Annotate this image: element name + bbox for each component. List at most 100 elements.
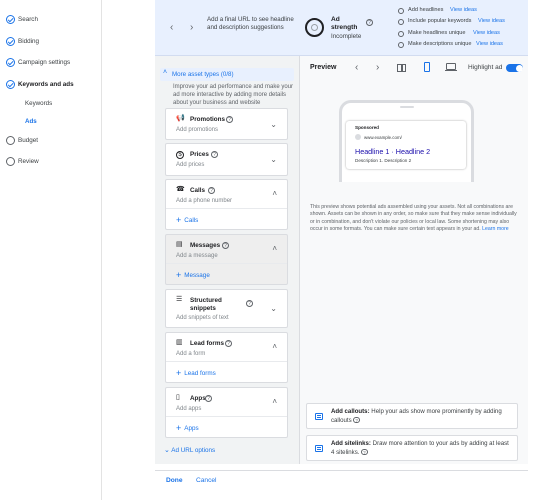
divider	[166, 416, 287, 417]
asset-card-subtitle: Add a form	[176, 351, 206, 357]
more-asset-types-label: More asset types (0/8)	[172, 71, 234, 78]
banner-hint: Add a final URL to see headline and desc…	[207, 16, 294, 31]
help-icon[interactable]: ?	[246, 300, 253, 307]
callouts-suggestion-card[interactable]: Add callouts: Help your ads show more pr…	[306, 403, 518, 429]
asset-card-subtitle: Add prices	[176, 162, 205, 168]
highlight-ad-toggle[interactable]	[506, 64, 523, 72]
callouts-suggestion-title: Add callouts:	[331, 408, 370, 415]
ad-description: Description 1. Description 2	[355, 158, 412, 163]
chevron-down-icon[interactable]: ⌄	[270, 121, 277, 129]
mobile-preview-icon[interactable]	[424, 62, 430, 72]
ad-display-url: www.example.com/	[364, 135, 402, 140]
globe-icon	[355, 134, 361, 140]
help-icon[interactable]: ?	[225, 340, 232, 347]
help-icon[interactable]: ?	[211, 151, 218, 158]
nav-item-bidding[interactable]: Bidding	[0, 33, 102, 51]
asset-card-calls[interactable]: ☎ Calls ? Add a phone number ˄ + Calls	[165, 179, 288, 230]
asset-card-title: Lead forms	[190, 340, 224, 347]
empty-circle-icon	[398, 31, 404, 37]
desktop-preview-icon[interactable]	[445, 63, 457, 71]
check-circle-icon	[6, 15, 15, 24]
asset-card-promotions[interactable]: 📢 Promotions ? Add promotions ⌄	[165, 108, 288, 140]
asset-card-lead-forms[interactable]: ▥ Lead forms ? Add a form ˄ + Lead forms	[165, 332, 288, 383]
view-ideas-link[interactable]: View ideas	[478, 18, 505, 24]
chevron-left-icon[interactable]: ‹	[355, 62, 358, 73]
plus-icon: +	[176, 215, 182, 225]
add-message-label: Message	[184, 272, 210, 279]
chevron-down-icon[interactable]: ⌄	[270, 156, 277, 164]
help-icon[interactable]: ?	[222, 242, 229, 249]
chevron-up-icon: ˄	[163, 69, 168, 76]
nav-sub-item-ads[interactable]: Ads	[25, 118, 37, 125]
empty-circle-icon	[398, 19, 404, 25]
nav-item-label: Review	[18, 158, 39, 165]
divider	[166, 208, 287, 209]
ad-url-options-toggle[interactable]: ⌄ Ad URL options	[164, 446, 215, 454]
divider	[166, 361, 287, 362]
nav-item-campaign-settings[interactable]: Campaign settings	[0, 54, 102, 72]
chevron-up-icon[interactable]: ˄	[272, 398, 277, 406]
add-apps-button[interactable]: + Apps	[176, 422, 199, 433]
check-circle-icon	[6, 37, 15, 46]
chevron-up-icon[interactable]: ˄	[272, 190, 277, 198]
asset-card-subtitle: Add a message	[176, 253, 218, 259]
asset-card-apps[interactable]: ▯ Apps ? Add apps ˄ + Apps	[165, 387, 288, 438]
view-ideas-link[interactable]: View ideas	[450, 7, 477, 13]
empty-circle-icon	[398, 8, 404, 14]
asset-types-description: Improve your ad performance and make you…	[173, 84, 294, 106]
add-message-button[interactable]: + Message	[176, 269, 210, 280]
plus-icon: +	[176, 270, 182, 280]
lead-form-icon: ▥	[176, 339, 183, 346]
help-icon[interactable]: ?	[353, 416, 360, 424]
nav-item-review[interactable]: Review	[0, 153, 102, 171]
add-lead-forms-button[interactable]: + Lead forms	[176, 367, 216, 378]
asset-card-subtitle: Add a phone number	[176, 198, 233, 204]
callouts-suggestion-text: Add callouts: Help your ads show more pr…	[331, 408, 513, 425]
cancel-button[interactable]: Cancel	[196, 477, 217, 484]
add-calls-button[interactable]: + Calls	[176, 214, 198, 225]
empty-circle-icon	[6, 136, 15, 145]
asset-card-prices[interactable]: $ Prices ? Add prices ⌄	[165, 143, 288, 176]
sitelinks-suggestion-title: Add sitelinks:	[331, 440, 371, 447]
help-icon[interactable]: ?	[208, 187, 215, 194]
help-icon[interactable]: ?	[366, 19, 373, 26]
sitelinks-suggestion-card[interactable]: Add sitelinks: Draw more attention to yo…	[306, 435, 518, 461]
view-ideas-link[interactable]: View ideas	[476, 41, 503, 47]
learn-more-link[interactable]: Learn more	[482, 226, 509, 232]
check-circle-icon	[6, 58, 15, 67]
view-ideas-link[interactable]: View ideas	[473, 30, 500, 36]
help-icon[interactable]: ?	[205, 395, 212, 402]
more-asset-types-toggle[interactable]: ˄ More asset types (0/8)	[160, 68, 294, 81]
asset-card-messages[interactable]: ▤ Messages ? Add a message ˄ + Message	[165, 234, 288, 285]
chevron-right-icon[interactable]: ›	[190, 23, 193, 33]
nav-item-search[interactable]: Search	[0, 11, 102, 29]
nav-item-budget[interactable]: Budget	[0, 132, 102, 150]
chevron-up-icon[interactable]: ˄	[272, 245, 277, 253]
preview-disclaimer: This preview shows potential ads assembl…	[310, 204, 520, 234]
ad-strength-value: Incomplete	[331, 33, 362, 40]
asset-card-title: Apps	[190, 395, 206, 402]
nav-item-label: Search	[18, 16, 38, 23]
help-icon[interactable]: ?	[226, 116, 233, 123]
help-icon[interactable]: ?	[361, 448, 368, 456]
recommendation-label: Make descriptions unique	[408, 41, 472, 47]
chevron-left-icon[interactable]: ‹	[170, 23, 173, 33]
done-button[interactable]: Done	[166, 477, 182, 484]
nav-sub-item-keywords[interactable]: Keywords	[25, 100, 52, 107]
chevron-up-icon[interactable]: ˄	[272, 343, 277, 351]
apps-icon: ▯	[176, 394, 180, 401]
asset-card-subtitle: Add apps	[176, 406, 202, 412]
price-icon: $	[176, 151, 184, 159]
megaphone-icon: 📢	[176, 115, 185, 122]
check-circle-icon	[6, 80, 15, 89]
message-icon: ▤	[176, 241, 183, 248]
plus-icon: +	[176, 423, 182, 433]
nav-item-keywords-and-ads[interactable]: Keywords and ads	[0, 76, 102, 94]
view-all-grid-icon[interactable]	[396, 62, 406, 72]
chevron-right-icon[interactable]: ›	[376, 62, 379, 73]
recommendation-label: Add headlines	[408, 7, 444, 13]
asset-card-structured-snippets[interactable]: ☰ Structured snippets ? Add snippets of …	[165, 289, 288, 328]
phone-icon: ☎	[176, 186, 185, 193]
chevron-down-icon[interactable]: ⌄	[270, 305, 277, 313]
left-navigation: Search Bidding Campaign settings Keyword…	[0, 0, 102, 500]
